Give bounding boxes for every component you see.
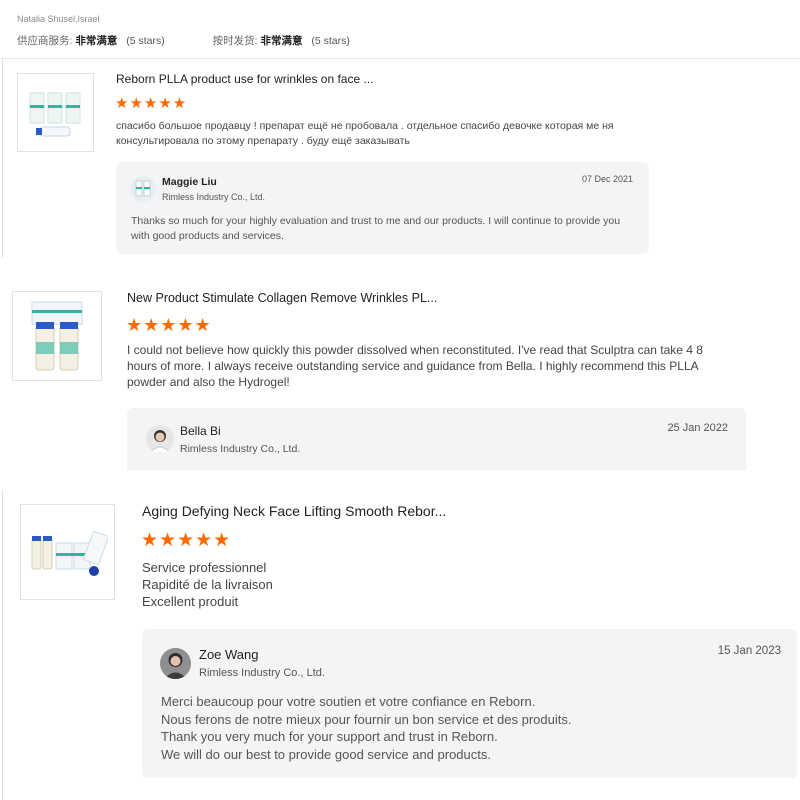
product-image-icon <box>31 301 83 371</box>
product-image-icon <box>31 530 108 576</box>
avatar <box>160 648 191 679</box>
supplier-reply: Maggie Liu Rimless Industry Co., Ltd. 07… <box>116 162 649 254</box>
divider <box>0 58 800 59</box>
product-thumbnail[interactable] <box>17 73 94 152</box>
supplier-reply: Zoe Wang Rimless Industry Co., Ltd. 15 J… <box>142 629 797 778</box>
product-title[interactable]: Reborn PLLA product use for wrinkles on … <box>116 72 373 86</box>
reply-author: Maggie Liu <box>162 176 217 188</box>
panel-border <box>2 490 3 800</box>
reply-company: Rimless Industry Co., Ltd. <box>162 192 266 202</box>
review-text: спасибо большое продавцу ! препарат ещё … <box>116 120 614 147</box>
review-stars: ★★★★★ <box>126 315 212 335</box>
reply-text: Merci beaucoup pour votre soutien et vot… <box>161 694 572 762</box>
product-thumbnail[interactable] <box>20 504 115 600</box>
person-avatar-icon <box>149 430 171 453</box>
reviewer-name: Natalia Shusel,Israel <box>17 14 100 24</box>
supplier-service-label: 供应商服务: <box>17 35 73 47</box>
reply-date: 25 Jan 2022 <box>667 422 728 434</box>
product-thumbnail[interactable] <box>12 291 102 381</box>
on-time-delivery-value: 非常满意 <box>260 35 303 47</box>
overall-ratings: 供应商服务: 非常满意 (5 stars) 按时发货: 非常满意 (5 star… <box>17 33 350 48</box>
on-time-delivery-stars: (5 stars) <box>311 35 350 47</box>
product-image-icon <box>29 92 80 136</box>
on-time-delivery-label: 按时发货: <box>212 35 258 47</box>
product-title[interactable]: New Product Stimulate Collagen Remove Wr… <box>127 291 437 305</box>
supplier-service-value: 非常满意 <box>75 35 118 47</box>
product-avatar-icon <box>135 180 151 197</box>
reply-author: Zoe Wang <box>199 647 259 662</box>
reply-date: 15 Jan 2023 <box>717 645 781 657</box>
supplier-service-stars: (5 stars) <box>126 35 165 47</box>
reply-author: Bella Bi <box>180 424 221 438</box>
avatar <box>146 425 174 453</box>
avatar <box>130 176 156 202</box>
panel-border <box>2 58 3 258</box>
product-title[interactable]: Aging Defying Neck Face Lifting Smooth R… <box>142 503 446 519</box>
review-text: Service professionnel Rapidité de la liv… <box>142 560 273 609</box>
reply-text: Thanks so much for your highly evaluatio… <box>131 215 621 242</box>
person-avatar-icon <box>160 648 191 679</box>
reply-company: Rimless Industry Co., Ltd. <box>199 667 325 679</box>
review-stars: ★★★★★ <box>115 95 188 112</box>
supplier-reply: Bella Bi Rimless Industry Co., Ltd. 25 J… <box>127 408 746 470</box>
review-stars: ★★★★★ <box>141 530 232 551</box>
reply-company: Rimless Industry Co., Ltd. <box>180 443 301 455</box>
reply-date: 07 Dec 2021 <box>581 174 633 184</box>
review-text: I could not believe how quickly this pow… <box>127 343 703 389</box>
